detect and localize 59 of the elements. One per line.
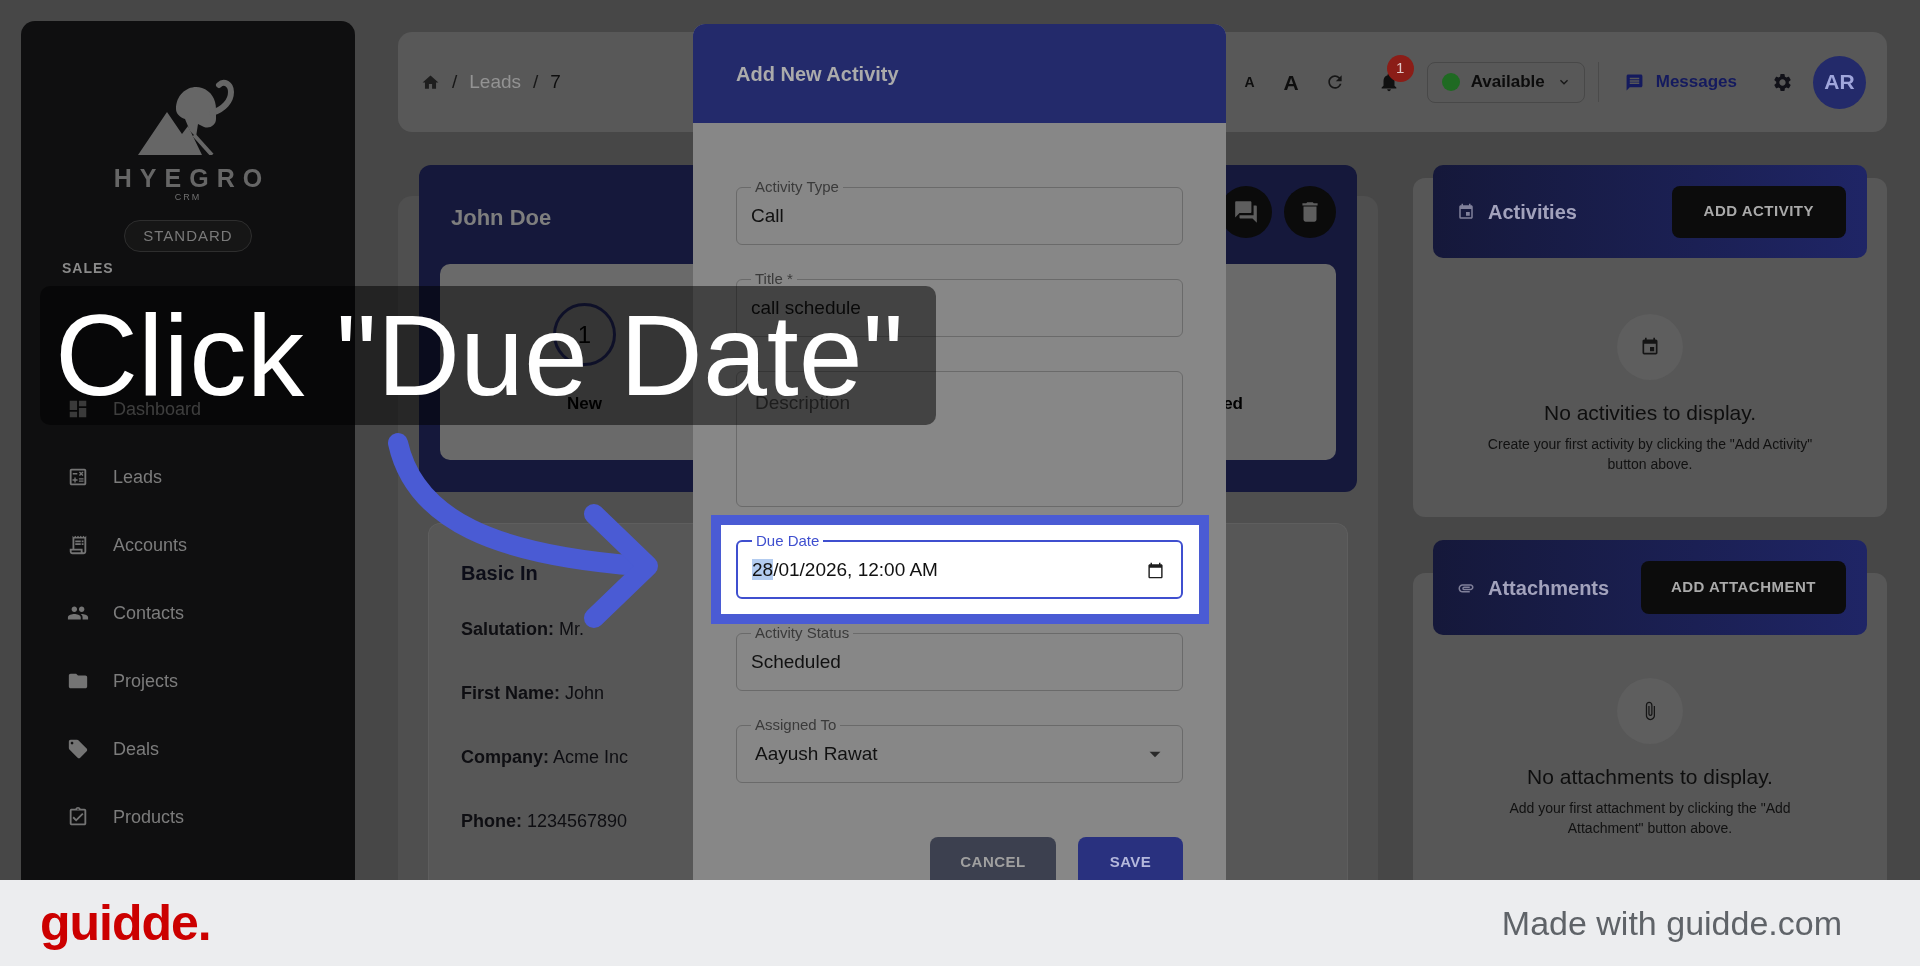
field-label: Activity Type [754,179,840,195]
add-attachment-button[interactable]: ADD ATTACHMENT [1640,561,1846,614]
chat-icon [1624,72,1644,92]
text-field[interactable]: Activity Type Call [736,179,1183,245]
info-row-text: Salutation: Mr. [461,618,584,641]
plan-badge: STANDARD [124,220,252,252]
status-dropdown[interactable]: Available [1426,61,1585,103]
field-label: Title * [754,271,794,287]
info-row-text: Company: Acme Inc [461,746,629,769]
nav-item[interactable]: Products [67,783,185,851]
brand-wordmark: HYEGRO [112,167,271,189]
nav-item[interactable]: Leads [67,443,163,511]
brand-subtitle: CRM [174,192,202,202]
tag-icon [67,738,89,760]
cancel-button[interactable]: CANCEL [930,837,1056,880]
footer-credit: Made with guidde.com [1501,902,1842,944]
dashboard-icon [67,398,89,420]
empty-description: Add your first attachment by clicking the "Add Attachment" button above. [1508,799,1792,838]
section-label: SALES [62,259,114,278]
lead-name: John Doe [451,203,552,232]
breadcrumb-current: 7 [550,69,561,94]
date-time-field[interactable]: Due Date 28/01/2026, 12:00 AM [736,533,1183,599]
settings-icon[interactable] [1772,71,1793,93]
info-row-text: Phone: 1234567890 [461,810,628,833]
text-field[interactable]: Activity Status Scheduled [736,625,1183,691]
select-field[interactable]: Assigned To Aayush Rawat [736,717,1183,783]
field-label: Due Date [755,533,821,549]
nav-item[interactable]: Deals [67,715,160,783]
empty-title: No activities to display. [1544,400,1756,426]
nav-item[interactable]: Projects [67,647,179,715]
notification-badge: 1 [1386,55,1414,82]
chat-bubbles-icon [1233,199,1259,225]
breadcrumb-separator: / [452,69,458,94]
breadcrumb-separator: / [533,69,539,94]
section-title: Attachments [1488,575,1610,601]
dialog-title: Add New Activity [736,61,899,87]
calendar-icon[interactable] [1147,561,1164,579]
home-icon[interactable] [421,72,440,92]
field-label: Assigned To [754,717,838,733]
selected-date-segment: 28 [752,559,774,580]
calendar-icon [1457,202,1475,221]
info-card-title: Basic In [461,561,538,585]
nav-item[interactable]: Accounts [67,511,188,579]
nav-item[interactable]: Contacts [67,579,185,647]
add-activity-button[interactable]: ADD ACTIVITY [1671,185,1846,238]
clipboard-check-icon [67,806,89,828]
empty-description: Create your first activity by clicking the "Add Activity" button above. [1486,435,1814,474]
save-button[interactable]: SAVE [1078,837,1183,880]
empty-title: No attachments to display. [1527,764,1773,790]
guidde-logo: guidde. [40,898,211,948]
calculator-icon [67,466,89,488]
delete-button[interactable] [1284,186,1336,238]
font-increase-button[interactable]: A [1283,71,1299,93]
section-title: Activities [1488,199,1577,225]
field-label: Activity Status [754,625,851,641]
info-row-text: First Name: John [461,682,605,705]
user-avatar[interactable]: AR [1813,55,1866,109]
receipt-icon [67,534,89,556]
font-decrease-button[interactable]: A [1244,75,1255,89]
